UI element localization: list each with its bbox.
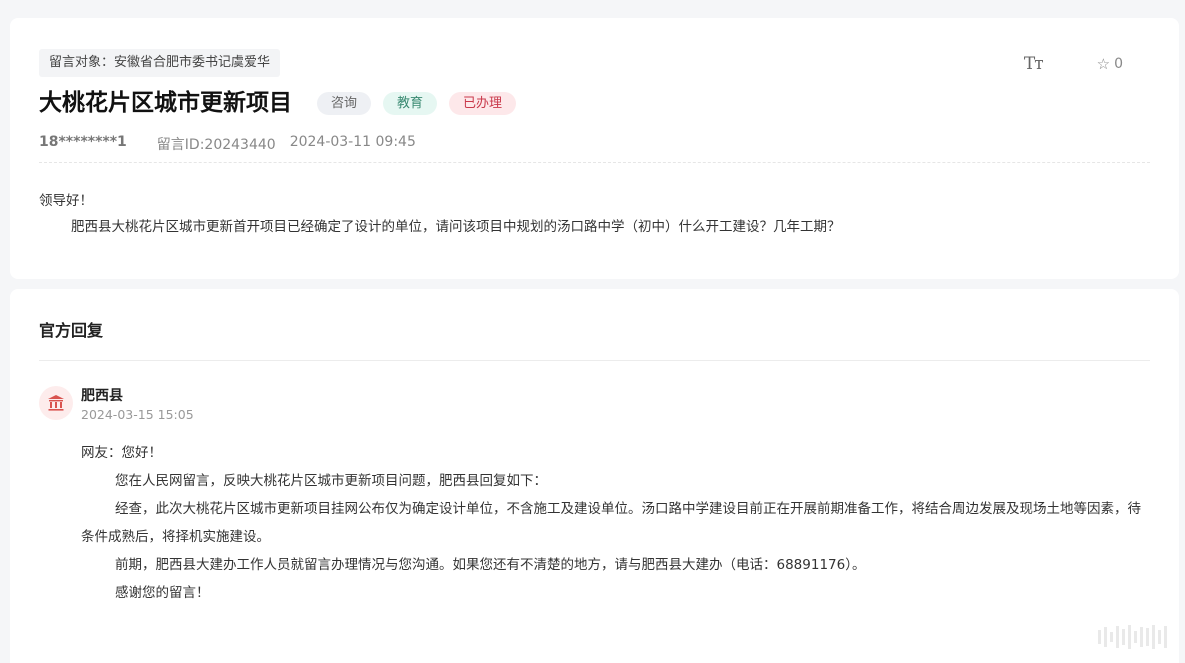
message-body: 肥西县大桃花片区城市更新首开项目已经确定了设计的单位，请问该项目中规划的汤口路中… — [71, 219, 841, 235]
status-badge: 已办理 — [449, 92, 517, 115]
reply-heading: 官方回复 — [39, 321, 104, 340]
toolbar: Tт ☆ 0 — [1024, 54, 1123, 74]
message-meta: 18********1 留言ID:20243440 2024-03-11 09:… — [39, 134, 416, 154]
reply-paragraph: 前期，肥西县大建办工作人员就留言办理情况与您沟通。如果您还有不清楚的地方，请与肥… — [115, 557, 866, 573]
message-content: 领导好！ 肥西县大桃花片区城市更新首开项目已经确定了设计的单位，请问该项目中规划… — [39, 188, 1150, 240]
reply-paragraph: 经查，此次大桃花片区城市更新项目挂网公布仅为确定设计单位，不含施工及建设单位。汤… — [81, 501, 1141, 545]
reply-paragraph: 您在人民网留言，反映大桃花片区城市更新项目问题，肥西县回复如下： — [115, 473, 547, 489]
favorite-button[interactable]: ☆ 0 — [1097, 55, 1123, 73]
divider — [39, 360, 1150, 361]
message-greeting: 领导好！ — [39, 193, 93, 209]
tag-list: 咨询 教育 已办理 — [317, 92, 517, 115]
star-count: 0 — [1114, 56, 1123, 72]
message-datetime: 2024-03-11 09:45 — [289, 134, 416, 150]
star-icon: ☆ — [1096, 55, 1111, 73]
author: 18********1 — [39, 134, 127, 150]
reply-card: 官方回复 肥西县 2024-03-15 15:05 网友：您好！ 您在人民网留言… — [10, 289, 1179, 663]
reply-org: 肥西县 — [81, 388, 123, 404]
message-target: 留言对象：安徽省合肥市委书记虞爱华 — [39, 49, 281, 77]
reply-time: 2024-03-15 15:05 — [81, 407, 194, 422]
reply-paragraph: 感谢您的留言！ — [115, 585, 210, 601]
government-building-icon — [39, 386, 73, 420]
page-title: 大桃花片区城市更新项目 — [39, 90, 292, 116]
signature-watermark — [1098, 625, 1167, 649]
message-id: 留言ID:20243440 — [156, 137, 276, 153]
font-size-icon[interactable]: Tт — [1024, 54, 1044, 74]
message-card: 留言对象：安徽省合肥市委书记虞爱华 大桃花片区城市更新项目 咨询 教育 已办理 … — [10, 18, 1179, 279]
tag-education[interactable]: 教育 — [383, 92, 438, 115]
reply-body: 网友：您好！ 您在人民网留言，反映大桃花片区城市更新项目问题，肥西县回复如下： … — [81, 439, 1150, 607]
tag-consult[interactable]: 咨询 — [317, 92, 372, 115]
reply-salutation: 网友：您好！ — [81, 445, 162, 461]
divider — [39, 162, 1150, 163]
